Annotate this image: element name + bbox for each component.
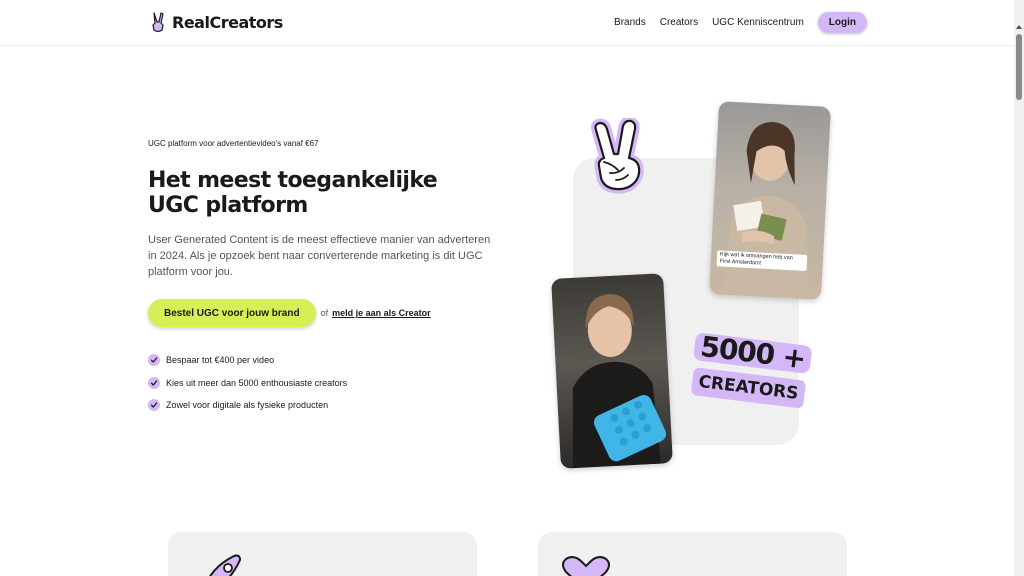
benefit-text: Bespaar tot €400 per video — [166, 355, 275, 366]
creator-photo — [572, 294, 667, 469]
list-item: Bespaar tot €400 per video — [148, 349, 347, 372]
creator-signup-link[interactable]: meld je aan als Creator — [332, 308, 431, 318]
benefit-list: Bespaar tot €400 per video Kies uit meer… — [148, 349, 347, 417]
cta-or-text: of — [320, 308, 329, 318]
cta-row: Bestel UGC voor jouw brand of meld je aa… — [148, 299, 431, 327]
hero-intro: User Generated Content is de meest effec… — [148, 234, 491, 278]
list-item: Zowel voor digitale als fysieke producte… — [148, 394, 347, 417]
order-ugc-button[interactable]: Bestel UGC voor jouw brand — [148, 299, 316, 327]
main-nav: Brands Creators UGC Kenniscentrum Login — [614, 12, 867, 33]
peace-hand-icon — [591, 118, 644, 194]
site-header: RealCreators Brands Creators UGC Kennisc… — [0, 0, 1014, 46]
brand-logo[interactable]: RealCreators — [148, 11, 283, 33]
check-icon — [148, 354, 160, 367]
benefit-text: Kies uit meer dan 5000 enthousiaste crea… — [166, 377, 348, 388]
check-icon — [148, 399, 160, 412]
nav-creators[interactable]: Creators — [660, 17, 698, 28]
feature-card — [538, 532, 847, 576]
hero-eyebrow: UGC platform voor advertentievideo's van… — [148, 139, 319, 148]
nav-brands[interactable]: Brands — [614, 17, 646, 28]
peace-hand-icon — [152, 12, 164, 33]
creator-video-thumbnail[interactable] — [551, 273, 673, 469]
creator-photo — [723, 122, 809, 300]
heart-icon — [562, 556, 610, 576]
login-button[interactable]: Login — [817, 12, 867, 33]
check-icon — [148, 376, 160, 389]
benefit-text: Zowel voor digitale als fysieke producte… — [166, 400, 329, 411]
list-item: Kies uit meer dan 5000 enthousiaste crea… — [148, 372, 347, 395]
page-scrollbar[interactable] — [1014, 0, 1024, 576]
feature-card — [168, 532, 477, 576]
rocket-icon — [209, 554, 241, 576]
brand-name: RealCreators — [172, 12, 283, 32]
scroll-thumb[interactable] — [1016, 34, 1022, 100]
hero-headline: Het meest toegankelijke UGC platform — [148, 168, 438, 218]
creator-video-thumbnail[interactable]: Kijk wat ik ontvangen heb van First Amst… — [709, 101, 831, 300]
scroll-up-icon[interactable] — [1016, 25, 1022, 29]
nav-ugc-kenniscentrum[interactable]: UGC Kenniscentrum — [712, 17, 804, 28]
